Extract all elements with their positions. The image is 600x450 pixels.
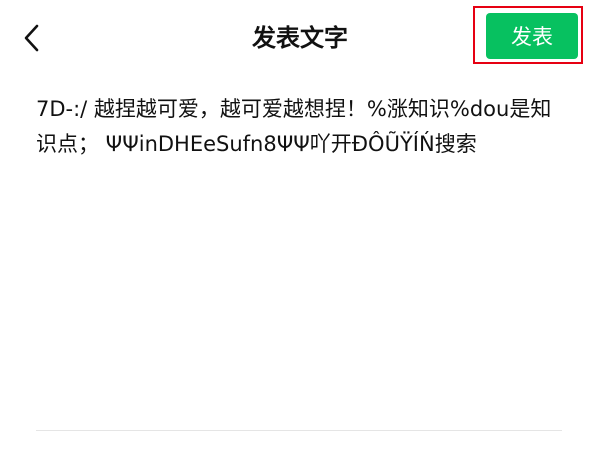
post-text-content[interactable]: 7D-:/ 越捏越可爱，越可爱越想捏！%涨知识%dou是知识点； ΨΨinDHE… [36,92,566,162]
chevron-left-icon [24,24,39,52]
top-bar: 发表文字 发表 [0,0,600,76]
back-button[interactable] [14,20,50,56]
publish-button[interactable]: 发表 [486,13,578,59]
post-text-screen: 发表文字 发表 7D-:/ 越捏越可爱，越可爱越想捏！%涨知识%dou是知识点；… [0,0,600,450]
bottom-divider [36,430,562,431]
